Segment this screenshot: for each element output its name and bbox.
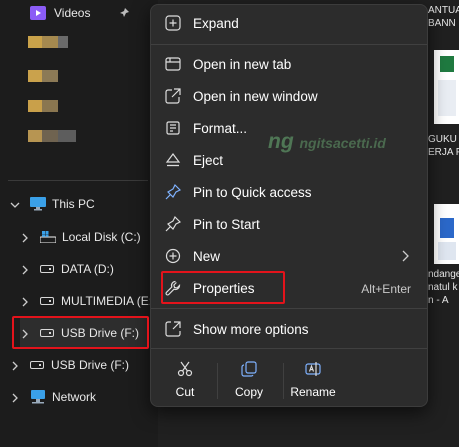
plus-circle-icon (165, 248, 181, 264)
button-label: Copy (234, 385, 263, 399)
expand-icon (165, 15, 181, 31)
nav-item-multimedia-drive[interactable]: MULTIMEDIA (E:) (20, 286, 156, 316)
menu-item-pin-quick-access[interactable]: Pin to Quick access (155, 177, 423, 207)
menu-item-label: Pin to Start (193, 217, 260, 232)
eject-icon (165, 153, 181, 167)
nav-item-data-drive[interactable]: DATA (D:) (20, 254, 114, 284)
menu-item-show-more-options[interactable]: Show more options (155, 314, 423, 344)
blurred-item[interactable] (28, 100, 74, 122)
file-name-text: BANN (428, 18, 456, 29)
new-tab-icon (165, 57, 181, 71)
network-icon (31, 390, 45, 404)
file-name-text: ERJA P (428, 147, 459, 158)
nav-item-label: MULTIMEDIA (E:) (61, 294, 157, 308)
highlight-box-properties (161, 271, 285, 304)
menu-item-label: Open in new window (193, 89, 318, 104)
nav-divider (8, 180, 148, 181)
button-label: Rename (290, 385, 336, 399)
menu-item-open-new-window[interactable]: Open in new window (155, 81, 423, 111)
highlight-box-usb-drive (12, 316, 149, 349)
watermark-text: ng (268, 130, 294, 153)
cut-button[interactable]: Cut (155, 357, 215, 405)
menu-item-label: Open in new tab (193, 57, 292, 72)
copy-button[interactable]: Copy (219, 357, 279, 405)
chevron-down-icon[interactable] (10, 199, 20, 209)
nav-item-videos[interactable]: Videos (30, 0, 130, 28)
menu-item-label: Eject (193, 153, 224, 168)
file-preview (438, 80, 456, 116)
rename-button[interactable]: Rename (283, 357, 343, 405)
file-thumbnail-word[interactable] (434, 204, 459, 264)
chevron-right-icon[interactable] (20, 296, 30, 307)
format-icon (166, 121, 180, 135)
nav-item-label: Videos (54, 6, 91, 20)
scissors-icon (177, 361, 193, 377)
excel-icon (440, 56, 454, 72)
nav-item-label: DATA (D:) (61, 262, 114, 276)
copy-icon (241, 361, 257, 377)
nav-item-network[interactable]: Network (10, 382, 96, 412)
pin-icon (165, 184, 181, 200)
nav-item-label: Network (52, 390, 97, 404)
word-icon (440, 218, 454, 238)
menu-item-expand[interactable]: Expand (155, 8, 423, 38)
file-name-text: ANTUA (428, 5, 459, 16)
menu-item-new[interactable]: New (155, 241, 423, 271)
menu-item-label: Pin to Quick access (193, 185, 312, 200)
chevron-right-icon[interactable] (10, 360, 20, 371)
nav-item-label: This PC (52, 197, 95, 211)
more-options-icon (165, 321, 181, 337)
file-name-text: n - A (428, 295, 449, 306)
watermark-text: ngitsacetti.id (299, 135, 386, 151)
menu-separator (151, 348, 427, 349)
blurred-item[interactable] (28, 130, 76, 152)
file-preview (438, 242, 456, 260)
file-thumbnail-excel[interactable] (434, 50, 459, 124)
drive-icon (30, 361, 44, 369)
file-name-text: natul k (428, 282, 458, 293)
nav-item-local-disk[interactable]: Local Disk (C:) (20, 222, 141, 252)
menu-item-label: New (193, 249, 221, 264)
nav-item-usb-drive[interactable]: USB Drive (F:) (10, 350, 129, 380)
nav-item-label: Local Disk (C:) (62, 230, 141, 244)
menu-separator (151, 308, 427, 309)
menu-item-label: Expand (193, 16, 239, 31)
chevron-right-icon (402, 250, 409, 262)
menu-item-open-new-tab[interactable]: Open in new tab (155, 49, 423, 79)
action-separator (217, 363, 218, 399)
open-window-icon (165, 88, 181, 104)
videos-folder-icon (30, 6, 46, 20)
chevron-right-icon[interactable] (10, 392, 20, 403)
chevron-right-icon[interactable] (20, 264, 30, 275)
nav-item-label: USB Drive (F:) (51, 358, 129, 372)
menu-item-label: Show more options (193, 322, 309, 337)
pin-icon[interactable] (118, 7, 130, 19)
file-name-text: ndange (428, 269, 459, 280)
blurred-item[interactable] (28, 36, 74, 58)
context-menu: Expand Open in new tab Open in new windo… (150, 4, 428, 407)
drive-icon (40, 265, 54, 273)
menu-item-label: Format... (193, 121, 248, 136)
navigation-pane: Videos This PC Local Disk (C:) DATA (D:)… (0, 0, 158, 447)
menu-separator (151, 44, 427, 45)
nav-item-this-pc[interactable]: This PC (10, 189, 95, 219)
shortcut-text: Alt+Enter (361, 282, 411, 296)
button-label: Cut (175, 385, 195, 399)
file-name-text: GUKU (428, 134, 457, 145)
menu-item-pin-start[interactable]: Pin to Start (155, 209, 423, 239)
windows-drive-icon (40, 231, 56, 243)
monitor-icon (30, 197, 46, 211)
pin-icon (165, 216, 181, 232)
drive-icon (40, 297, 54, 305)
blurred-item[interactable] (28, 70, 74, 92)
chevron-right-icon[interactable] (20, 232, 30, 243)
rename-icon (305, 362, 321, 376)
watermark-logo: ng ngitsacetti.id (268, 130, 386, 154)
